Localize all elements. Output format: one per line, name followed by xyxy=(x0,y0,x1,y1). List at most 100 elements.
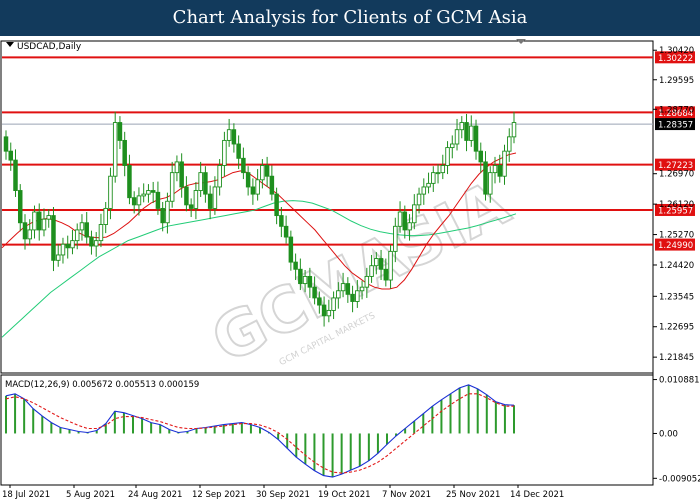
level-price-label: 1.24990 xyxy=(658,241,693,251)
candle-body xyxy=(198,172,203,191)
candle-body xyxy=(236,143,241,159)
candle-body xyxy=(269,175,275,195)
time-tick-label: 18 Jul 2021 xyxy=(2,490,50,500)
candle-body xyxy=(60,243,66,256)
candle-body xyxy=(250,186,256,195)
candle-body xyxy=(255,179,260,195)
candle-body xyxy=(279,215,284,227)
candle-body xyxy=(298,268,303,285)
candle-body xyxy=(350,293,355,302)
candle-body xyxy=(469,125,474,141)
candle-body xyxy=(79,222,85,231)
candle-body xyxy=(326,309,332,317)
candle-body xyxy=(160,207,165,224)
candle-body xyxy=(435,172,441,175)
macd-tick-label: 0.00 xyxy=(659,429,678,439)
time-tick-label: 24 Aug 2021 xyxy=(128,490,182,500)
candle-body xyxy=(103,207,108,225)
candle-body xyxy=(141,193,146,197)
time-axis-ticks: 18 Jul 2021 5 Aug 2021 24 Aug 2021 12 Sep 2… xyxy=(2,485,564,500)
candle-body xyxy=(355,290,360,302)
candle-body xyxy=(336,290,341,299)
candle-body xyxy=(293,261,298,270)
candle-body xyxy=(340,283,346,292)
symbol-label: USDCAD,Daily xyxy=(17,42,82,52)
candle-body xyxy=(55,254,61,261)
candle-body xyxy=(241,157,246,174)
candle-body xyxy=(369,265,374,277)
candle-body xyxy=(416,193,422,206)
price-tick-label: 1.21845 xyxy=(659,353,694,363)
candle-body xyxy=(393,225,398,252)
current-price-label: 1.28357 xyxy=(658,121,693,131)
candle-body xyxy=(184,186,189,206)
candle-body xyxy=(212,186,218,209)
price-tick-label: 1.30420 xyxy=(659,46,694,56)
time-tick-label: 5 Aug 2021 xyxy=(66,490,115,500)
price-tick-label: 1.29595 xyxy=(659,76,694,86)
candle-body xyxy=(459,122,465,131)
candle-body xyxy=(312,286,317,299)
macd-tick-label: 0.010881 xyxy=(659,376,700,386)
macd-axis-ticks: 0.010881 0.00 -0.009052 xyxy=(653,376,700,484)
candle-body xyxy=(317,297,322,306)
candle-body xyxy=(179,161,184,188)
candle-body xyxy=(331,297,336,311)
time-tick-label: 25 Nov 2021 xyxy=(446,490,500,500)
macd-plot-frame xyxy=(0,374,654,486)
price-tick-label: 1.22695 xyxy=(659,323,694,333)
candle-body xyxy=(150,190,156,193)
candle-body xyxy=(388,250,393,281)
candle-body xyxy=(302,275,308,285)
candle-body xyxy=(364,275,370,288)
candle-body xyxy=(402,211,408,231)
candle-body xyxy=(8,150,13,161)
candle-body xyxy=(136,195,142,206)
price-tick-label: 1.25270 xyxy=(659,231,694,241)
macd-tick-label: -0.009052 xyxy=(659,474,700,484)
candle-body xyxy=(426,182,431,188)
candle-body xyxy=(146,190,151,195)
candle-body xyxy=(407,222,412,231)
candle-body xyxy=(17,190,23,224)
candle-body xyxy=(27,229,32,240)
time-tick-label: 12 Sep 2021 xyxy=(192,490,246,500)
title-banner: Chart Analysis for Clients of GCM Asia xyxy=(0,0,700,36)
candle-body xyxy=(488,172,493,195)
price-tick-label: 1.26120 xyxy=(659,200,694,210)
candle-body xyxy=(374,258,379,267)
candle-body xyxy=(203,172,208,195)
candle-body xyxy=(378,258,384,270)
candle-body xyxy=(307,275,313,288)
candle-body xyxy=(93,240,99,247)
candle-body xyxy=(36,211,42,231)
candle-body xyxy=(22,222,28,240)
candle-body xyxy=(345,283,351,295)
candle-body xyxy=(13,159,18,191)
price-tick-label: 1.24420 xyxy=(659,261,694,271)
candle-body xyxy=(431,172,436,184)
candle-body xyxy=(283,225,289,238)
candle-body xyxy=(478,150,484,163)
candle-body xyxy=(51,215,56,261)
candle-body xyxy=(70,240,75,249)
time-tick-label: 14 Dec 2021 xyxy=(510,490,564,500)
candle-body xyxy=(222,139,227,166)
candle-body xyxy=(492,165,498,174)
candle-body xyxy=(217,165,222,188)
candle-body xyxy=(74,229,80,242)
candle-body xyxy=(274,193,279,217)
candle-body xyxy=(440,165,446,174)
candle-body xyxy=(450,143,455,149)
candle-body xyxy=(65,243,70,249)
candle-body xyxy=(207,193,213,209)
candle-body xyxy=(165,200,170,224)
candle-body xyxy=(454,129,460,145)
page-title: Chart Analysis for Clients of GCM Asia xyxy=(172,7,528,28)
candle-body xyxy=(288,236,294,263)
candle-body xyxy=(155,191,161,209)
candle-body xyxy=(89,236,94,247)
price-tick-label: 1.28770 xyxy=(659,105,694,115)
candle-body xyxy=(260,165,265,181)
candle-body xyxy=(46,215,51,220)
